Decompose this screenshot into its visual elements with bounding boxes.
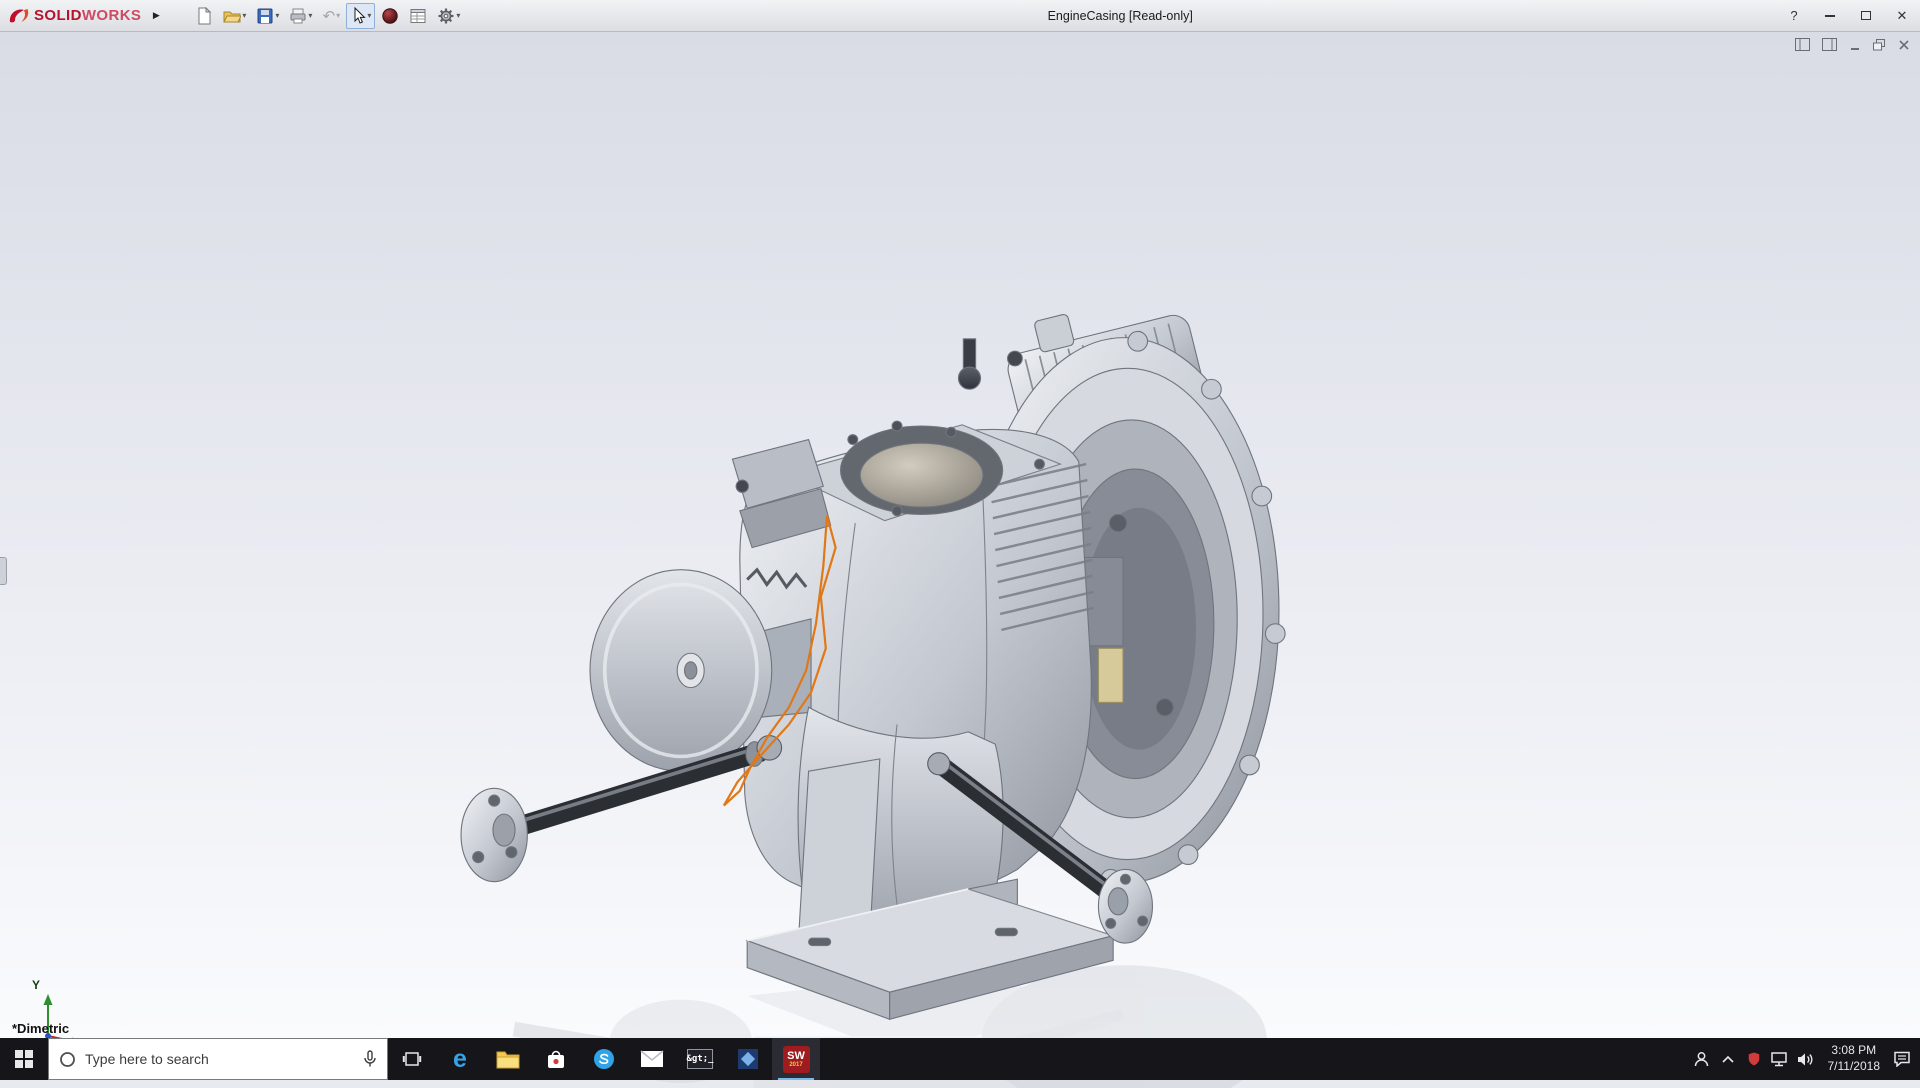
standard-toolbar: ▾ ▾ ▾ ↶ ▾ ▾ xyxy=(191,0,464,31)
open-caret-icon[interactable]: ▾ xyxy=(242,11,246,20)
ignition-knob[interactable] xyxy=(958,367,980,389)
save-caret-icon[interactable]: ▾ xyxy=(275,11,279,20)
action-center-button[interactable] xyxy=(1889,1038,1915,1080)
clock-time: 3:08 PM xyxy=(1828,1043,1881,1059)
left-mount-shaft[interactable] xyxy=(461,736,782,882)
action-center-icon xyxy=(1893,1051,1911,1067)
solidworks-icon-year: 2017 xyxy=(789,1062,802,1068)
photos-app-button[interactable] xyxy=(724,1038,772,1080)
mail-app-button[interactable] xyxy=(628,1038,676,1080)
doc-restore-icon[interactable] xyxy=(1873,39,1886,51)
mail-envelope-icon xyxy=(640,1050,664,1068)
open-document-button[interactable]: ▾ xyxy=(219,3,250,29)
search-input[interactable] xyxy=(85,1051,354,1067)
brand-works: WORKS xyxy=(82,7,142,24)
volume-icon xyxy=(1797,1052,1814,1067)
system-tray: 3:08 PM 7/11/2018 xyxy=(1689,1038,1920,1080)
doc-close-icon[interactable] xyxy=(1898,39,1910,51)
shield-icon xyxy=(1747,1051,1761,1067)
new-document-icon xyxy=(195,7,213,25)
start-button[interactable] xyxy=(0,1038,48,1080)
ignition-stem[interactable] xyxy=(963,339,975,368)
graphics-viewport[interactable]: Y X *Dimetric xyxy=(0,32,1920,1038)
save-floppy-icon xyxy=(256,7,274,25)
titlebar: SOLIDWORKS ▶ ▾ ▾ xyxy=(0,0,1920,32)
pane-right-icon[interactable] xyxy=(1822,38,1837,51)
pane-left-icon[interactable] xyxy=(1795,38,1810,51)
appearance-button[interactable] xyxy=(377,3,403,29)
skype-app-button[interactable] xyxy=(580,1038,628,1080)
taskbar-clock[interactable]: 3:08 PM 7/11/2018 xyxy=(1819,1043,1890,1074)
store-app-button[interactable] xyxy=(532,1038,580,1080)
minimize-icon xyxy=(1825,15,1835,17)
solidworks-icon-text: SW xyxy=(787,1051,805,1062)
task-view-button[interactable] xyxy=(388,1038,436,1080)
task-view-icon xyxy=(402,1050,422,1068)
undo-icon: ↶ xyxy=(323,7,336,25)
windows-taskbar: e &gt;_ S xyxy=(0,1038,1920,1080)
options-button[interactable]: ▾ xyxy=(433,3,464,29)
windows-logo-icon xyxy=(15,1050,33,1068)
small-knob[interactable] xyxy=(1008,351,1023,366)
engine-assembly[interactable] xyxy=(461,302,1285,1019)
file-explorer-icon xyxy=(496,1049,520,1069)
ds-swirl-icon xyxy=(8,6,30,26)
document-window-controls xyxy=(1795,38,1910,51)
file-explorer-button[interactable] xyxy=(484,1038,532,1080)
chevron-up-icon xyxy=(1721,1054,1735,1064)
cortana-ring-icon xyxy=(59,1051,76,1068)
open-folder-icon xyxy=(223,7,241,25)
axis-y-label: Y xyxy=(32,978,40,992)
document-title: EngineCasing [Read-only] xyxy=(464,9,1776,23)
window-controls: ? ✕ xyxy=(1776,0,1920,31)
save-button[interactable]: ▾ xyxy=(252,3,283,29)
network-tray-button[interactable] xyxy=(1767,1038,1793,1080)
select-caret-icon[interactable]: ▾ xyxy=(367,11,371,20)
clock-date: 7/11/2018 xyxy=(1828,1059,1881,1075)
minimize-button[interactable] xyxy=(1812,0,1848,31)
select-cursor-icon xyxy=(350,7,366,24)
appearance-sphere-icon xyxy=(381,7,399,25)
menu-flyout-arrow[interactable]: ▶ xyxy=(147,5,165,27)
undo-caret-icon[interactable]: ▾ xyxy=(336,11,340,20)
skype-icon xyxy=(593,1048,615,1070)
hidden-icons-button[interactable] xyxy=(1715,1038,1741,1080)
print-caret-icon[interactable]: ▾ xyxy=(308,11,312,20)
doc-minimize-icon[interactable] xyxy=(1849,39,1861,51)
engine-casing-model[interactable] xyxy=(440,302,1300,1088)
edge-app-button[interactable]: e xyxy=(436,1038,484,1080)
options-caret-icon[interactable]: ▾ xyxy=(456,11,460,20)
select-tool-button[interactable]: ▾ xyxy=(346,3,375,29)
properties-sheet-icon xyxy=(409,7,427,25)
close-button[interactable]: ✕ xyxy=(1884,0,1920,31)
options-gear-icon xyxy=(437,7,455,25)
terminal-app-button[interactable]: &gt;_ xyxy=(676,1038,724,1080)
people-button[interactable] xyxy=(1689,1038,1715,1080)
print-button[interactable]: ▾ xyxy=(285,3,316,29)
microphone-icon[interactable] xyxy=(363,1050,377,1068)
panel-collapse-handle[interactable] xyxy=(0,557,7,585)
solidworks-icon: SW 2017 xyxy=(783,1046,810,1073)
volume-tray-button[interactable] xyxy=(1793,1038,1819,1080)
print-icon xyxy=(289,7,307,25)
help-button[interactable]: ? xyxy=(1776,0,1812,31)
terminal-icon: &gt;_ xyxy=(687,1049,713,1069)
taskbar-search[interactable] xyxy=(48,1038,388,1080)
restore-button[interactable] xyxy=(1848,0,1884,31)
people-icon xyxy=(1693,1051,1710,1067)
undo-button[interactable]: ↶ ▾ xyxy=(318,3,344,29)
solidworks-app-button[interactable]: SW 2017 xyxy=(772,1038,820,1080)
solidworks-logo: SOLIDWORKS xyxy=(0,6,147,26)
network-icon xyxy=(1771,1052,1789,1067)
antivirus-tray-button[interactable] xyxy=(1741,1038,1767,1080)
store-bag-icon xyxy=(545,1048,567,1070)
view-orientation-label: *Dimetric xyxy=(12,1021,69,1036)
edge-icon: e xyxy=(453,1047,467,1072)
brand-solid: SOLID xyxy=(34,7,82,24)
properties-button[interactable] xyxy=(405,3,431,29)
restore-icon xyxy=(1861,11,1871,20)
photos-icon xyxy=(737,1048,759,1070)
new-document-button[interactable] xyxy=(191,3,217,29)
